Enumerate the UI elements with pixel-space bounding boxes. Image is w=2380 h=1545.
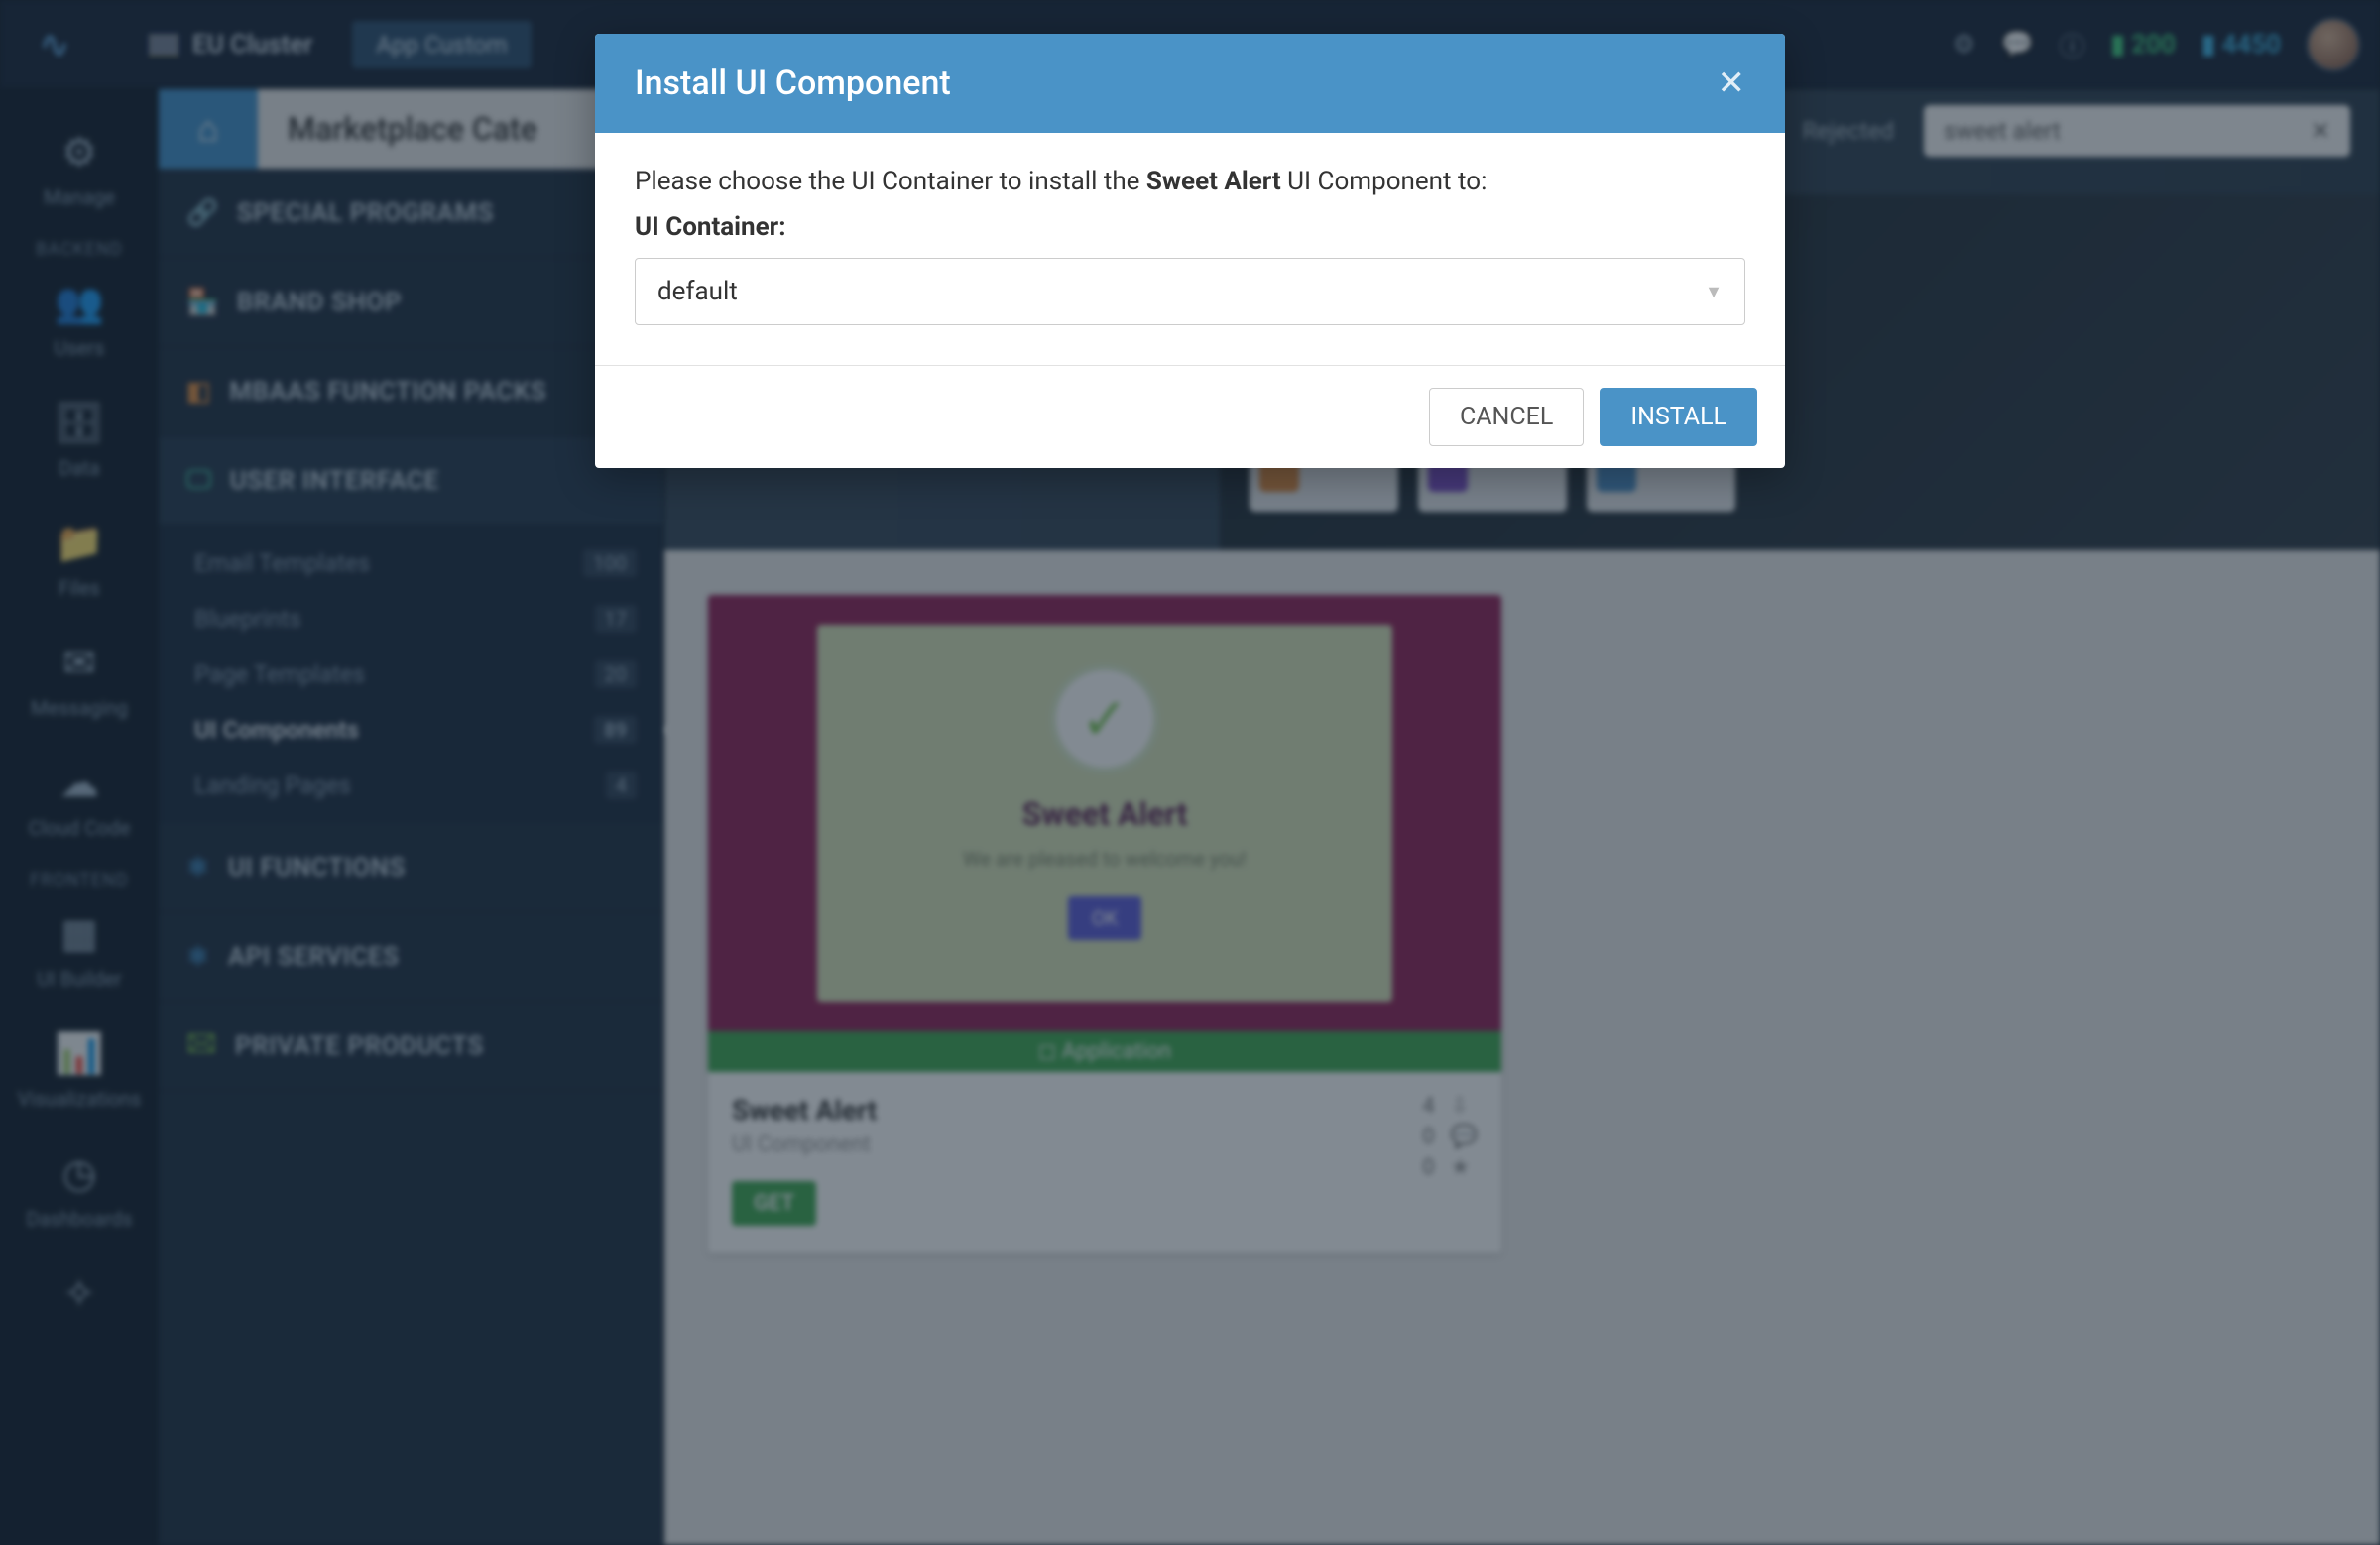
modal-title: Install UI Component bbox=[635, 63, 951, 103]
modal-footer: CANCEL INSTALL bbox=[595, 365, 1785, 468]
ui-container-select[interactable]: default ▼ bbox=[635, 258, 1745, 325]
select-value: default bbox=[657, 277, 738, 306]
close-icon[interactable]: ✕ bbox=[1718, 63, 1746, 103]
chevron-down-icon: ▼ bbox=[1705, 282, 1723, 302]
modal-header: Install UI Component ✕ bbox=[595, 34, 1785, 133]
install-button[interactable]: INSTALL bbox=[1600, 388, 1757, 446]
modal-instruction: Please choose the UI Container to instal… bbox=[635, 167, 1745, 196]
cancel-button[interactable]: CANCEL bbox=[1429, 388, 1584, 446]
container-label: UI Container: bbox=[635, 212, 1745, 242]
install-modal: Install UI Component ✕ Please choose the… bbox=[595, 34, 1785, 468]
modal-body: Please choose the UI Container to instal… bbox=[595, 133, 1785, 365]
